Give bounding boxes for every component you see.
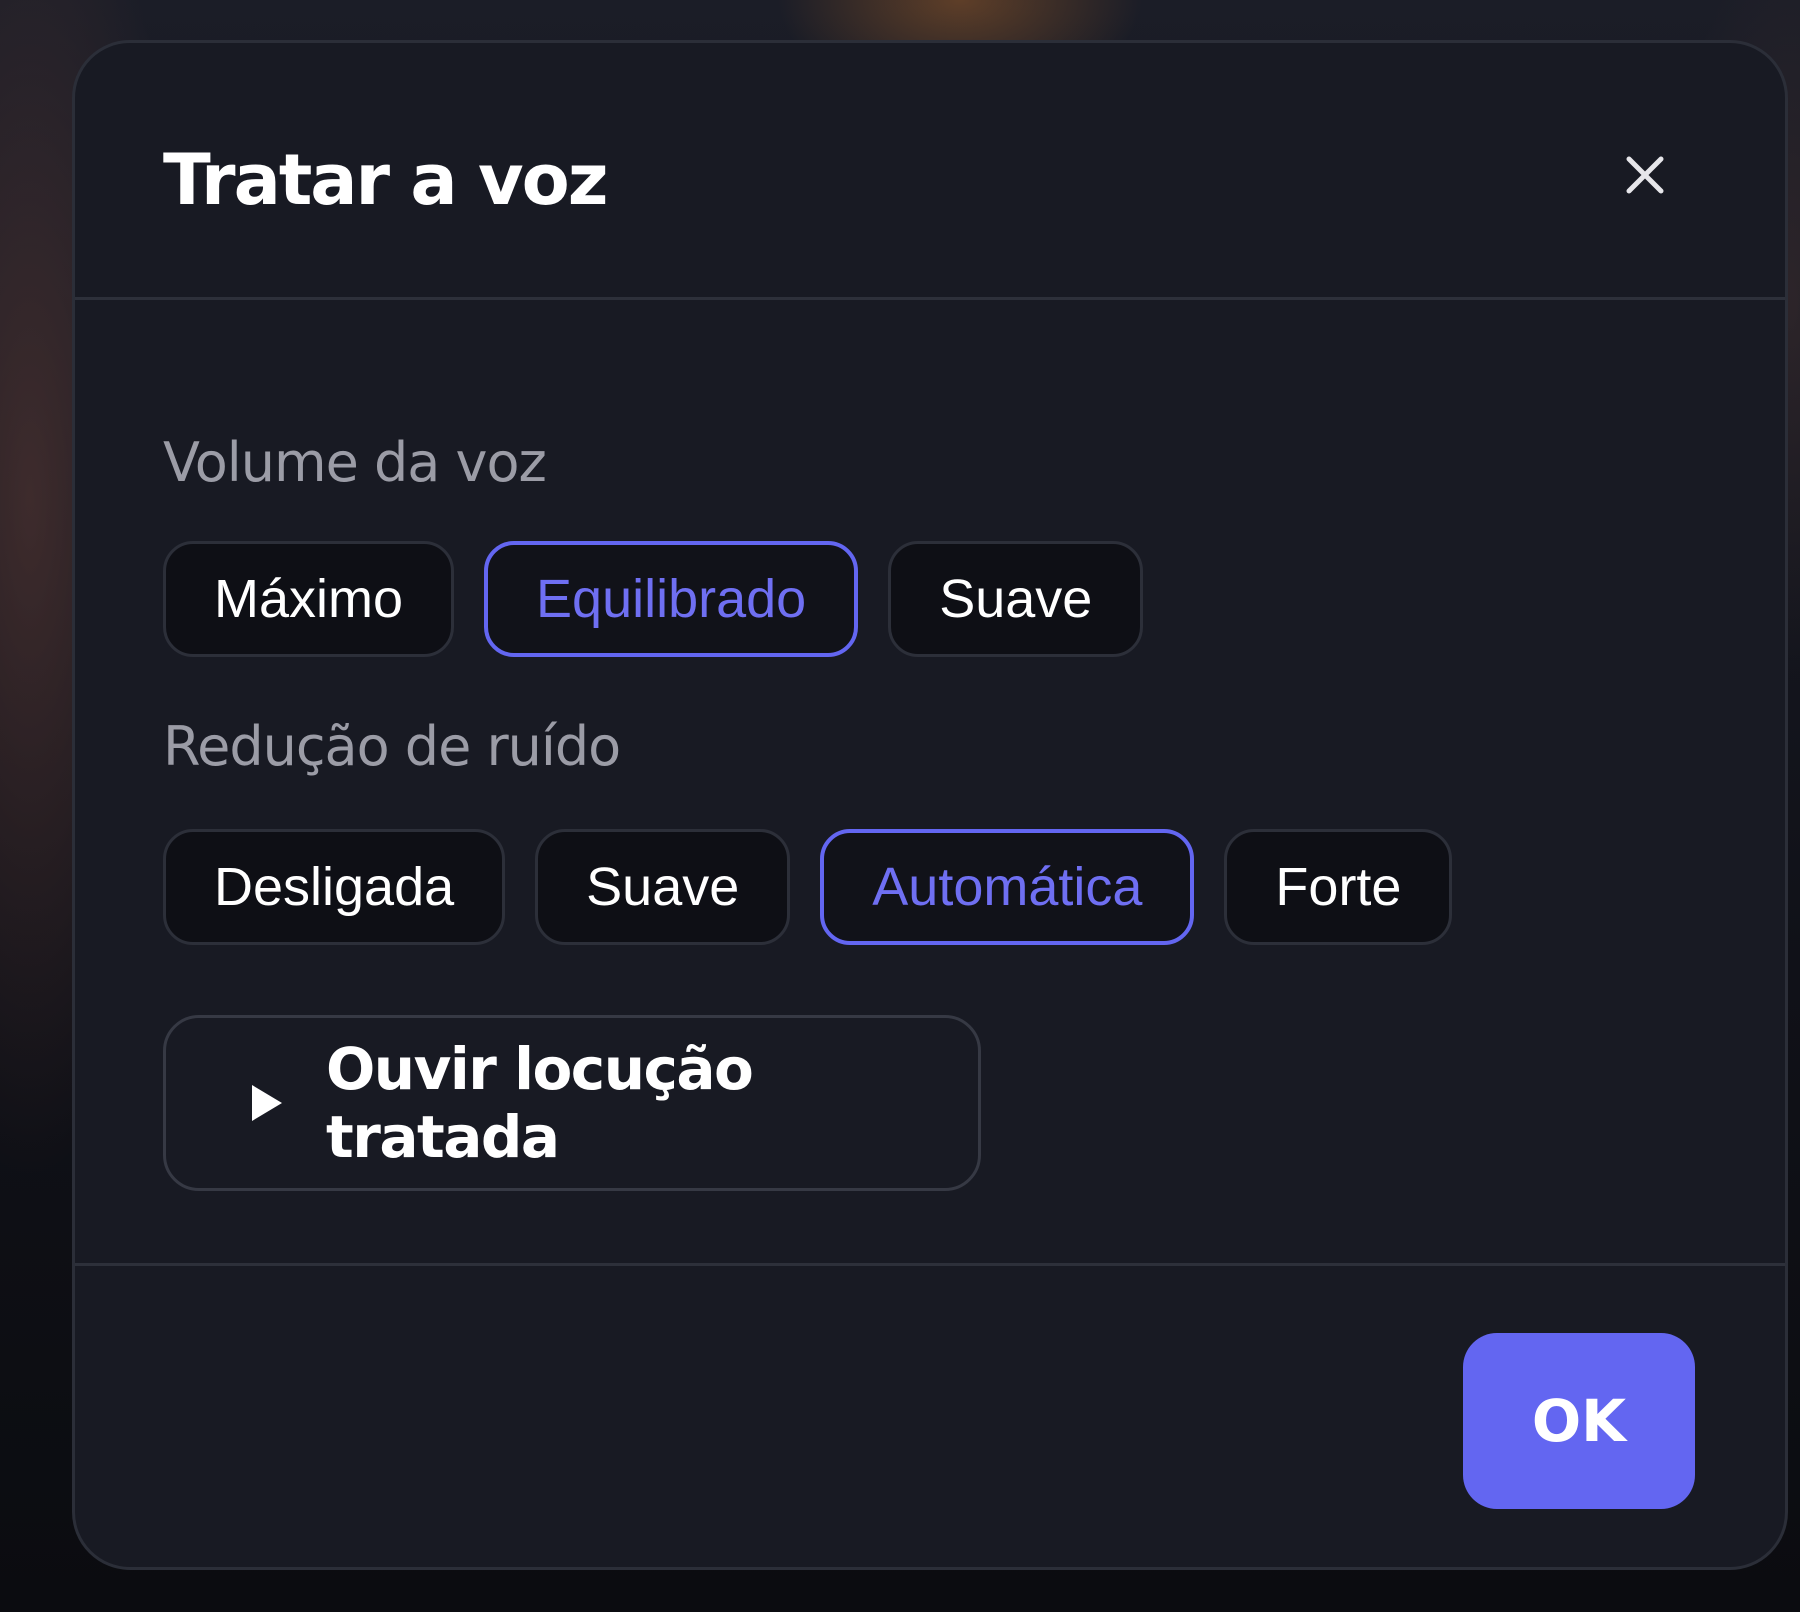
volume-options: Máximo Equilibrado Suave <box>163 541 1144 657</box>
noise-option-desligada[interactable]: Desligada <box>163 829 506 945</box>
noise-options: Desligada Suave Automática Forte <box>163 829 1453 945</box>
volume-option-maximo[interactable]: Máximo <box>163 541 455 657</box>
noise-option-suave[interactable]: Suave <box>535 829 791 945</box>
volume-section-label: Volume da voz <box>163 431 547 494</box>
volume-option-suave[interactable]: Suave <box>888 541 1144 657</box>
dialog-title: Tratar a voz <box>163 139 608 221</box>
noise-option-automatica[interactable]: Automática <box>820 829 1195 945</box>
close-icon <box>1626 156 1664 194</box>
play-icon <box>252 1085 282 1121</box>
listen-preview-label: Ouvir locução tratada <box>326 1035 754 1171</box>
ok-button[interactable]: OK <box>1463 1333 1695 1509</box>
noise-option-forte[interactable]: Forte <box>1224 829 1453 945</box>
noise-section-label: Redução de ruído <box>163 715 621 778</box>
voice-treatment-dialog: Tratar a voz Volume da voz Máximo Equili… <box>72 40 1788 1570</box>
dialog-header: Tratar a voz <box>75 43 1785 300</box>
volume-option-equilibrado[interactable]: Equilibrado <box>484 541 859 657</box>
close-button[interactable] <box>1609 139 1681 211</box>
listen-preview-button[interactable]: Ouvir locução tratada <box>163 1015 981 1191</box>
